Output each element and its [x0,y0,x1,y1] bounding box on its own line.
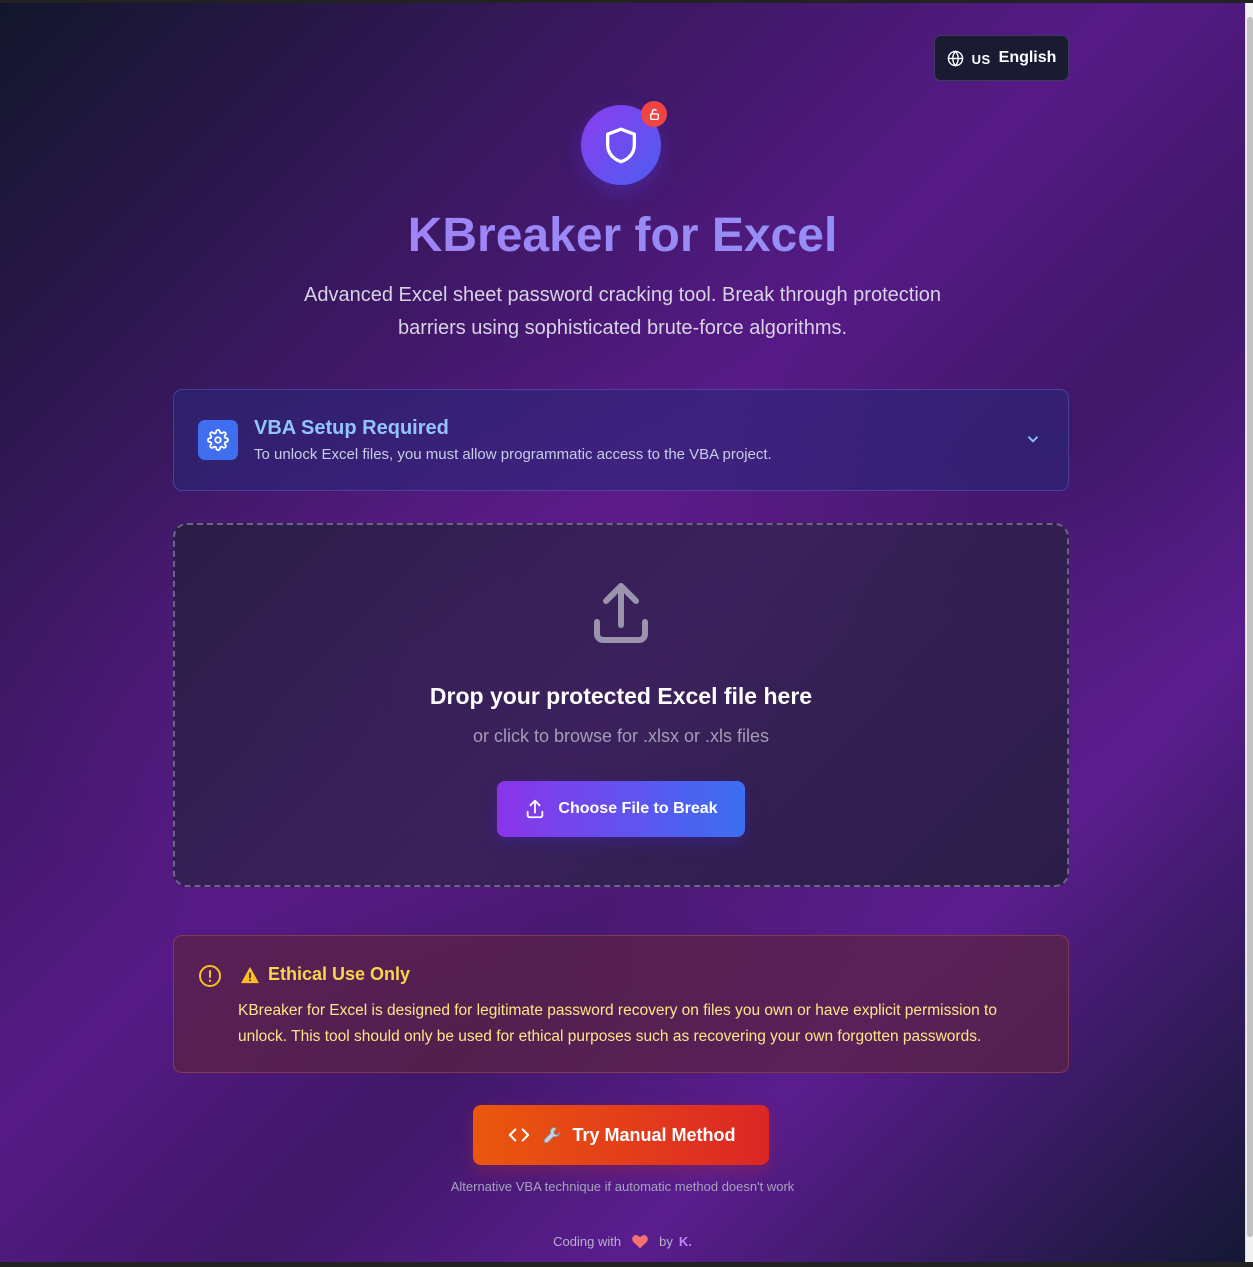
vba-setup-title: VBA Setup Required [254,417,449,439]
ethics-text: KBreaker for Excel is designed for legit… [238,1002,997,1045]
page-scrollbar[interactable] [1245,3,1253,1262]
footer-by: by [659,1233,673,1249]
footer-prefix: Coding with [553,1233,622,1249]
heart-icon [632,1235,648,1249]
globe-icon [947,49,963,67]
page-title: KBreaker for Excel [0,208,1245,263]
file-drop-zone[interactable]: Drop your protected Excel file here or c… [173,523,1069,887]
language-flag: US [971,51,991,67]
drop-zone-title: Drop your protected Excel file here [429,683,813,709]
manual-method-hint: Alternative VBA technique if automatic m… [450,1179,795,1194]
chevron-down-icon[interactable] [1024,430,1042,448]
gear-icon [207,429,229,451]
code-icon [509,1128,530,1142]
shield-icon [606,127,636,164]
footer: Coding with by K. [0,1233,1245,1249]
app-page: US English KBreaker for Excel Advanced E… [0,3,1245,1262]
language-selector[interactable]: US English [934,35,1069,81]
alert-circle-icon [199,965,221,987]
scrollbar-thumb[interactable] [1247,17,1253,1237]
wrench-icon [544,1127,561,1143]
drop-zone-subtitle: or click to browse for .xlsx or .xls fil… [472,726,770,746]
upload-small-icon [527,799,544,819]
ethics-title-text: Ethical Use Only [268,964,411,984]
unlock-badge [641,101,667,127]
vba-setup-accordion[interactable]: VBA Setup Required To unlock Excel files… [173,389,1069,491]
ethics-title: Ethical Use Only [240,964,410,985]
upload-icon [594,583,648,643]
page-subtitle: Advanced Excel sheet password cracking t… [303,284,942,339]
choose-file-button[interactable]: Choose File to Break [497,781,745,837]
choose-file-label: Choose File to Break [558,800,718,817]
vba-setup-description: To unlock Excel files, you must allow pr… [254,446,772,463]
manual-method-label: Try Manual Method [572,1124,736,1145]
unlock-icon [649,108,659,120]
footer-author[interactable]: K. [679,1234,692,1249]
warning-triangle-icon [241,966,259,983]
vba-settings-icon-box [198,420,238,460]
try-manual-method-button[interactable]: Try Manual Method [473,1105,769,1165]
language-label: English [998,49,1057,66]
ethics-notice: Ethical Use Only KBreaker for Excel is d… [173,935,1069,1073]
